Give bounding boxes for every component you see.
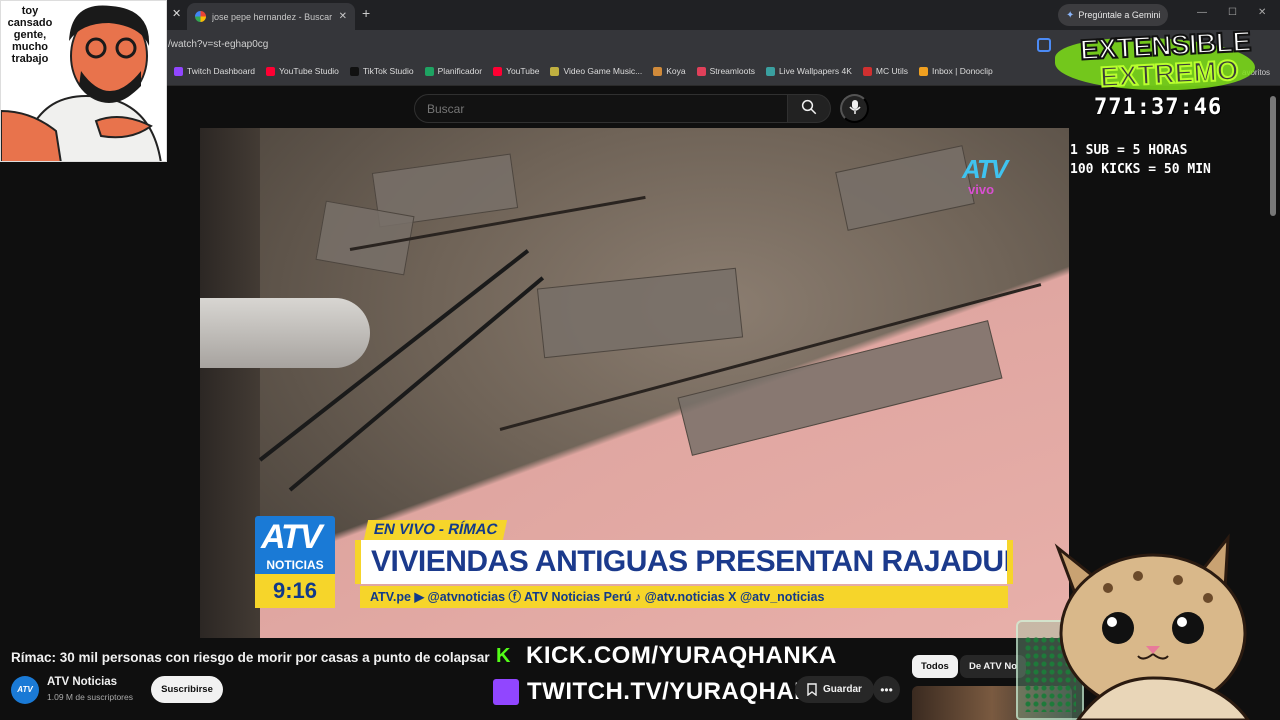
bookmark-item[interactable]: Inbox | Donoclip — [918, 66, 993, 76]
bookmark-favicon-icon — [696, 66, 706, 76]
bookmark-label: Twitch Dashboard — [187, 66, 256, 76]
atv-noticias-brand: ATV NOTICIAS 9:16 — [255, 516, 335, 608]
gemini-icon: ✦ — [1066, 9, 1075, 21]
bookmark-item[interactable]: TikTok Studio — [349, 66, 414, 76]
search-input[interactable] — [414, 94, 788, 123]
bookmark-favicon-icon — [174, 66, 183, 76]
wall-slab — [536, 267, 744, 359]
logo-line2: EXTREMO — [1098, 53, 1240, 93]
channel-subscribers: 1.09 M de suscriptores — [47, 692, 133, 702]
search-icon — [801, 99, 817, 115]
bookmarks-list: Twitch Dashboard YouTube Studio TikTok Stu… — [174, 66, 993, 76]
twitch-icon — [493, 679, 519, 705]
voice-search-button[interactable] — [840, 94, 869, 123]
bookmark-favicon-icon — [653, 66, 663, 76]
live-location-tag: EN VIVO - RÍMAC — [363, 520, 508, 540]
subathon-timer: 771:37:46 — [1094, 95, 1223, 120]
bookmark-favicon-icon — [349, 66, 359, 76]
bookmark-item[interactable]: Koya — [653, 66, 686, 76]
bookmark-label: MC Utils — [875, 66, 908, 76]
wall-slab — [835, 145, 975, 231]
url-field[interactable]: /watch?v=st-eghap0cg — [168, 39, 268, 50]
bookmark-label: YouTube Studio — [279, 66, 339, 76]
video-title: Rímac: 30 mil personas con riesgo de mor… — [11, 650, 490, 665]
bookmark-item[interactable]: Twitch Dashboard — [174, 66, 255, 76]
channel-avatar[interactable]: ATV — [11, 676, 39, 704]
bookmark-item[interactable]: MC Utils — [862, 66, 908, 76]
bookmark-favicon-icon — [266, 66, 276, 76]
maximize-icon[interactable]: ☐ — [1228, 7, 1237, 18]
browser-tab-bar: ✕ jose pepe hernandez - Buscar c ✕ + ✦ P… — [0, 0, 1280, 30]
kick-icon: K — [496, 645, 511, 667]
new-tab-icon[interactable]: + — [362, 5, 370, 21]
chip-all[interactable]: Todos — [912, 655, 958, 678]
save-label: Guardar — [823, 684, 862, 695]
avatar-caption: toy cansado gente, mucho trabajo — [7, 5, 53, 65]
bookmark-item[interactable]: Live Wallpapers 4K — [765, 66, 852, 76]
bookmark-item[interactable]: Streamloots — [696, 66, 755, 76]
bookmark-item[interactable]: Video Game Music... — [550, 66, 642, 76]
window-close-icon[interactable]: ✕ — [1258, 7, 1266, 18]
brand-sub-text: NOTICIAS — [266, 558, 324, 572]
active-tab[interactable]: jose pepe hernandez - Buscar c ✕ — [187, 3, 355, 30]
sub-rule: 1 SUB = 5 HORAS — [1070, 143, 1188, 158]
bookmark-item[interactable]: Planificador — [424, 66, 483, 76]
bookmark-favicon-icon — [862, 66, 872, 76]
cat-mascot — [1054, 533, 1250, 720]
bookmark-item[interactable]: YouTube Studio — [266, 66, 339, 76]
gemini-label: Pregúntale a Gemini — [1078, 10, 1161, 20]
news-headline: VIVIENDAS ANTIGUAS PRESENTAN RAJADURAS — [355, 540, 1013, 584]
close-icon[interactable]: ✕ — [339, 11, 347, 22]
broadcast-clock: 9:16 — [255, 574, 335, 608]
subscribe-button[interactable]: Suscribirse — [151, 676, 223, 703]
news-socials: ATV.pe ▶ @atvnoticias ⓕ ATV Noticias Per… — [360, 586, 1008, 608]
channel-name[interactable]: ATV Noticias — [47, 676, 117, 688]
more-actions-button[interactable]: ••• — [873, 676, 900, 703]
page-scrollbar[interactable] — [1270, 96, 1276, 216]
minimize-icon[interactable]: — — [1197, 7, 1207, 18]
bookmark-item[interactable]: YouTube — [493, 66, 539, 76]
extension-icon[interactable] — [1037, 38, 1051, 52]
bookmark-label: Planificador — [437, 66, 483, 76]
bookmark-label: Inbox | Donoclip — [931, 66, 993, 76]
extensible-extremo-logo: EXTENSIBLE EXTREMO — [1055, 25, 1255, 96]
bookmark-label: YouTube — [506, 66, 540, 76]
search-button[interactable] — [787, 94, 831, 123]
atv-vivo-logo: ATV vivo — [962, 154, 1018, 198]
streamer-avatar-panel: toy cansado gente, mucho trabajo — [0, 0, 167, 162]
google-icon — [195, 11, 206, 22]
bookmark-favicon-icon — [424, 66, 434, 76]
bookmark-label: TikTok Studio — [362, 66, 414, 76]
bookmark-favicon-icon — [918, 66, 928, 76]
kick-url: KICK.COM/YURAQHANKA — [526, 642, 837, 669]
satellite-dish — [200, 298, 370, 368]
close-tab-icon[interactable]: ✕ — [172, 7, 181, 20]
video-player[interactable]: ATV vivo ATV NOTICIAS 9:16 EN VIVO - RÍM… — [200, 128, 1069, 638]
bookmark-label: Koya — [666, 66, 686, 76]
kicks-rule: 100 KICKS = 50 MIN — [1070, 162, 1211, 177]
bookmark-favicon-icon — [765, 66, 775, 76]
atv-logo-text: ATV — [962, 154, 1008, 184]
bookmark-icon — [807, 683, 817, 696]
wall-slab — [677, 320, 1003, 456]
tab-title: jose pepe hernandez - Buscar c — [212, 11, 335, 22]
bookmark-label: Video Game Music... — [563, 66, 643, 76]
gemini-button[interactable]: ✦ Pregúntale a Gemini — [1058, 4, 1169, 26]
microphone-icon — [848, 100, 861, 114]
save-button[interactable]: Guardar — [795, 676, 874, 703]
brand-logo-text: ATV — [261, 518, 323, 556]
bookmark-favicon-icon — [493, 66, 503, 76]
kick-overlay: K KICK.COM/YURAQHANKA — [496, 642, 837, 670]
bookmark-favicon-icon — [550, 66, 560, 76]
bookmark-label: Streamloots — [709, 66, 755, 76]
vivo-text: vivo — [968, 182, 995, 197]
bookmark-label: Live Wallpapers 4K — [778, 66, 852, 76]
